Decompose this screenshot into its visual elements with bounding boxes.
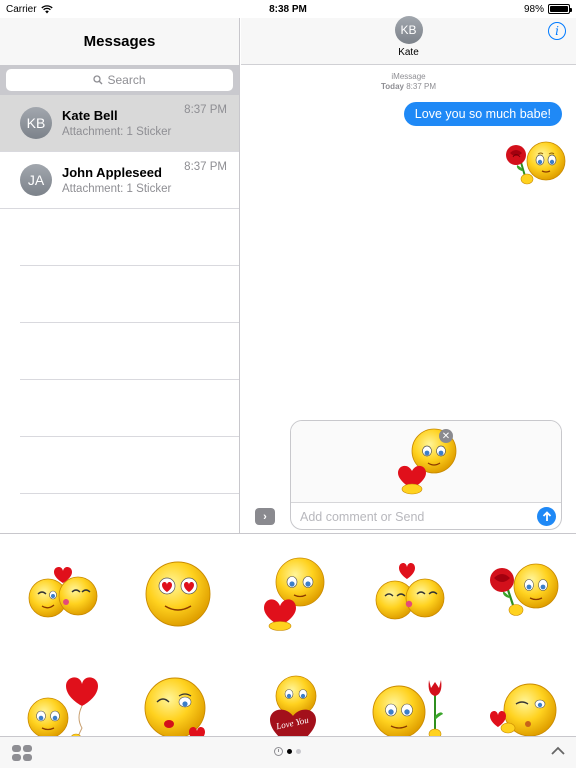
- empty-row: [20, 380, 239, 437]
- contact-avatar[interactable]: KB: [394, 16, 423, 44]
- sticker-blowing-kiss-heart[interactable]: [463, 662, 576, 736]
- info-button[interactable]: i: [548, 22, 566, 40]
- chevron-right-icon: ›: [263, 510, 267, 523]
- arrow-up-icon: [542, 511, 551, 521]
- conversation-pane: KB Kate i iMessage Today 8:37 PM Love yo…: [241, 16, 576, 533]
- sent-sticker-rose[interactable]: [500, 139, 566, 191]
- comment-placeholder: Add comment or Send: [300, 509, 425, 524]
- empty-row: [20, 437, 239, 494]
- sticker-love-you-heart[interactable]: Love You: [235, 662, 350, 736]
- sticker-smiley-with-heart-balloon[interactable]: [5, 662, 120, 736]
- remove-sticker-button[interactable]: ✕: [439, 429, 453, 443]
- clock: 8:38 PM: [269, 3, 307, 15]
- status-bar: Carrier 8:38 PM 98%: [0, 0, 576, 18]
- conversation-preview: Attachment: 1 Sticker: [62, 183, 172, 195]
- sticker-image: Love You: [269, 675, 316, 736]
- conversation-row-john-appleseed[interactable]: JA John Appleseed Attachment: 1 Sticker …: [0, 152, 239, 209]
- sticker-image: [372, 680, 443, 736]
- conversation-time: 8:37 PM: [184, 161, 227, 173]
- page-indicator[interactable]: [274, 747, 301, 756]
- sticker-drawer: Love You: [0, 533, 576, 736]
- day-label: Today: [381, 82, 404, 91]
- conversation-preview: Attachment: 1 Sticker: [62, 126, 172, 138]
- send-button[interactable]: [537, 507, 556, 526]
- sticker-image: [263, 557, 324, 631]
- search-icon: [93, 75, 103, 85]
- battery-percent: 98%: [523, 3, 544, 15]
- time-label: 8:37 PM: [406, 82, 436, 91]
- empty-row: [20, 209, 239, 266]
- sticker-image: [145, 561, 210, 627]
- sticker-image: [489, 683, 556, 736]
- sticker-image: [144, 677, 205, 736]
- sticker-image: [28, 566, 97, 618]
- search-bar: Search: [0, 65, 239, 95]
- sticker-smiley-with-tulip[interactable]: [350, 662, 465, 736]
- chevron-up-icon[interactable]: [550, 745, 566, 757]
- sticker-wink-kiss-couple[interactable]: [5, 542, 120, 642]
- page-title: Messages: [83, 33, 156, 50]
- wifi-icon: [40, 4, 53, 13]
- info-icon: i: [555, 24, 559, 38]
- close-icon: ✕: [441, 430, 451, 442]
- sticker-lipstick-kiss-blowing[interactable]: [120, 662, 235, 736]
- conversation-header: KB Kate i: [241, 16, 576, 65]
- messages-header: Messages: [0, 18, 239, 65]
- avatar: KB: [20, 107, 52, 139]
- sticker-smiley-holding-heart[interactable]: [235, 542, 350, 642]
- battery-icon: [548, 4, 572, 14]
- page-dot-current: [287, 749, 292, 754]
- page-dot: [296, 749, 301, 754]
- app-drawer-bar: [0, 736, 576, 768]
- message-timestamp: iMessage Today 8:37 PM: [241, 72, 576, 92]
- sticker-kissing-couple[interactable]: [350, 542, 465, 642]
- sticker-image: [489, 563, 558, 616]
- sent-message-bubble[interactable]: Love you so much babe!: [403, 102, 562, 126]
- service-label: iMessage: [391, 72, 426, 81]
- conversation-row-kate-bell[interactable]: KB Kate Bell Attachment: 1 Sticker 8:37 …: [0, 95, 239, 152]
- search-placeholder: Search: [107, 73, 146, 87]
- empty-row: [20, 266, 239, 323]
- search-input[interactable]: Search: [6, 69, 233, 91]
- contact-name[interactable]: Kate: [398, 47, 419, 58]
- conversation-time: 8:37 PM: [184, 104, 227, 116]
- compose-field[interactable]: ✕ Add comment or Send: [290, 420, 562, 530]
- recents-clock-icon: [274, 747, 283, 756]
- expand-drawer-button[interactable]: ›: [255, 508, 275, 525]
- sticker-smiley-with-rose[interactable]: [463, 542, 576, 642]
- battery-level-fill: [550, 6, 568, 12]
- conversation-list-pane: Messages Search KB Kate Bell Attachment:…: [0, 18, 240, 551]
- sticker-attachment-preview: ✕: [291, 421, 561, 503]
- comment-input[interactable]: Add comment or Send: [291, 503, 561, 529]
- sticker-image: [375, 562, 444, 620]
- sticker-heart-eyes[interactable]: [120, 542, 235, 642]
- carrier-label: Carrier: [6, 3, 37, 15]
- empty-row: [20, 323, 239, 380]
- avatar: JA: [20, 164, 52, 196]
- app-grid-icon[interactable]: [12, 745, 34, 761]
- sticker-image: [27, 677, 98, 736]
